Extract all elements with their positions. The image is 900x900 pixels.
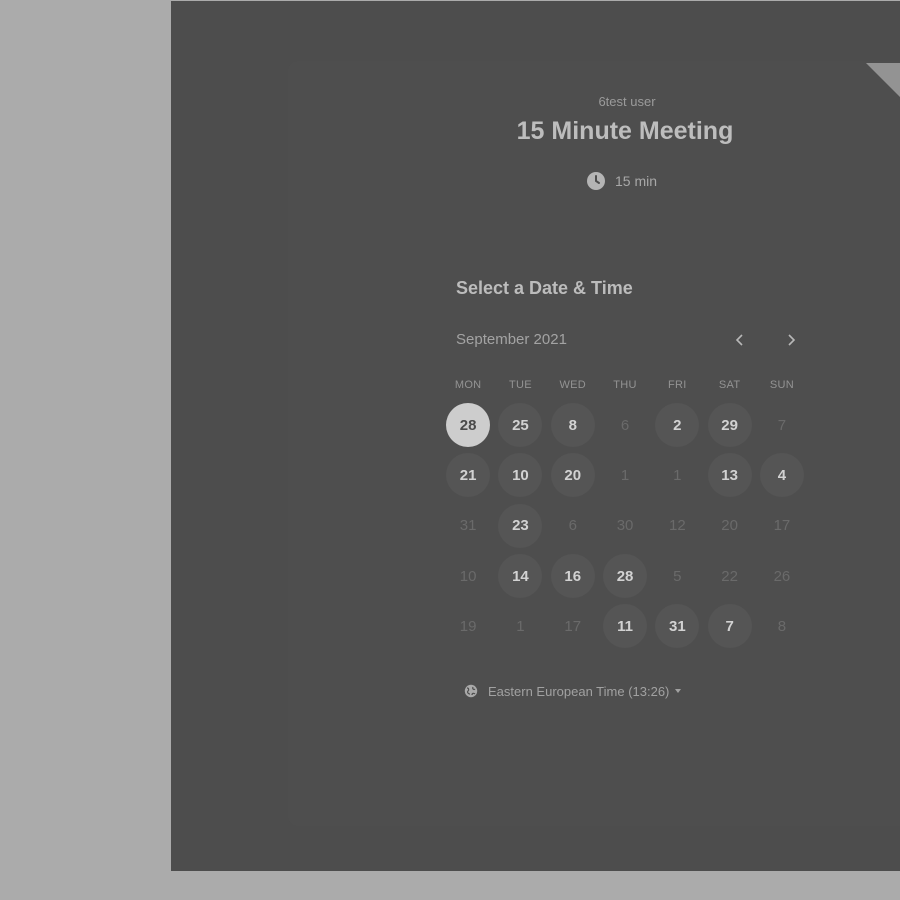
calendar-day-number: 7 bbox=[707, 604, 752, 649]
calendar-day-number: 6 bbox=[568, 517, 577, 535]
calendar-day-available[interactable]: 21 bbox=[442, 450, 494, 500]
calendar-day-unavailable: 17 bbox=[756, 501, 808, 551]
calendar-day-number: 5 bbox=[673, 567, 682, 585]
user-name: 6test user bbox=[598, 94, 656, 109]
calendar-day-number: 1 bbox=[516, 617, 525, 635]
calendar-day-available[interactable]: 14 bbox=[494, 551, 546, 601]
calendar-day-available[interactable]: 7 bbox=[703, 601, 755, 651]
weekday-mon: MON bbox=[454, 379, 482, 391]
calendar-day-number: 17 bbox=[773, 517, 791, 535]
weekday-sun: SUN bbox=[769, 379, 794, 391]
duration-label: 15 min bbox=[615, 173, 658, 189]
calendar-day-unavailable: 8 bbox=[756, 601, 808, 651]
calendar-day-number: 8 bbox=[550, 403, 595, 448]
calendar-day-number: 2 bbox=[655, 403, 700, 448]
calendar-day-number: 13 bbox=[707, 453, 752, 498]
calendar-day-number: 14 bbox=[498, 554, 543, 599]
chevron-left-icon bbox=[735, 334, 743, 346]
calendar-day-available[interactable]: 20 bbox=[547, 450, 599, 500]
calendar-day-number: 11 bbox=[603, 604, 648, 649]
calendar-day-number: 28 bbox=[603, 554, 648, 599]
calendar-day-unavailable: 19 bbox=[442, 601, 494, 651]
calendar-day-number: 10 bbox=[498, 453, 543, 498]
chevron-right-icon bbox=[788, 334, 796, 346]
calendar-day-available[interactable]: 8 bbox=[547, 400, 599, 450]
calendar-day-number: 29 bbox=[707, 403, 752, 448]
calendar-day-number: 12 bbox=[668, 517, 686, 535]
calendar-day-available[interactable]: 10 bbox=[494, 450, 546, 500]
calendar-day-number: 1 bbox=[620, 466, 630, 484]
calendar-day-unavailable: 6 bbox=[547, 501, 599, 551]
section-title: Select a Date & Time bbox=[456, 278, 633, 298]
event-title: 15 Minute Meeting bbox=[516, 117, 734, 145]
event-duration: 15 min bbox=[586, 170, 657, 192]
calendar-day-number: 8 bbox=[777, 617, 787, 635]
calendar-day-unavailable: 7 bbox=[756, 400, 808, 450]
calendar-day-available[interactable]: 16 bbox=[547, 551, 599, 601]
calendar-day-unavailable: 12 bbox=[651, 501, 703, 551]
calendar-day-available[interactable]: 28 bbox=[599, 551, 651, 601]
calendar-day-unavailable: 5 bbox=[651, 551, 703, 601]
calendar-day-unavailable: 30 bbox=[599, 501, 651, 551]
calendar-day-unavailable: 20 bbox=[703, 501, 755, 551]
calendar-day-unavailable: 31 bbox=[442, 501, 494, 551]
calendar-day-available[interactable]: 31 bbox=[651, 601, 703, 651]
calendar-day-available[interactable]: 11 bbox=[599, 601, 651, 651]
calendar-day-number: 30 bbox=[616, 517, 634, 535]
calendar-day-number: 20 bbox=[550, 453, 595, 498]
calendar-day-unavailable: 1 bbox=[599, 450, 651, 500]
globe-icon bbox=[464, 684, 478, 698]
month-label: September 2021 bbox=[456, 331, 567, 348]
next-month-button[interactable] bbox=[781, 329, 801, 351]
weekday-sat: SAT bbox=[718, 379, 741, 391]
timezone-selector[interactable]: Eastern European Time (13:26) bbox=[464, 682, 682, 700]
calendar-day-available[interactable]: 13 bbox=[703, 450, 755, 500]
calendar-day-unavailable: 6 bbox=[599, 400, 651, 450]
calendar-day-number: 21 bbox=[446, 453, 491, 498]
calendar-day-unavailable: 10 bbox=[442, 551, 494, 601]
weekday-thu: THU bbox=[613, 379, 637, 391]
calendar-day-number: 1 bbox=[673, 466, 682, 484]
clock-icon bbox=[587, 172, 605, 190]
calendar-day-number: 23 bbox=[498, 503, 543, 548]
weekday-fri: FRI bbox=[668, 379, 687, 391]
calendar-day-number: 16 bbox=[550, 554, 595, 599]
calendar-day-number: 4 bbox=[759, 453, 804, 498]
calendar-day-available[interactable]: 4 bbox=[756, 450, 808, 500]
calendar-day-available[interactable]: 29 bbox=[703, 400, 755, 450]
calendar-day-selected[interactable]: 28 bbox=[442, 400, 494, 450]
calendar-day-number: 31 bbox=[459, 517, 477, 535]
calendar-grid: 28 25 8 6 2 29 7 21 10 20 1 1 13 4 31 23 6 30 12 20 17 10 14 16… bbox=[442, 400, 808, 651]
calendar-day-number: 31 bbox=[655, 604, 700, 649]
caret-down-icon bbox=[675, 689, 682, 693]
calendar-day-number: 25 bbox=[498, 403, 543, 448]
calendar-day-unavailable: 1 bbox=[651, 450, 703, 500]
calendar-day-number: 19 bbox=[459, 617, 477, 635]
calendar-day-unavailable: 22 bbox=[703, 551, 755, 601]
corner-badge bbox=[866, 63, 900, 97]
calendar-day-number: 22 bbox=[721, 567, 738, 585]
calendar-day-number: 6 bbox=[620, 416, 630, 434]
calendar-day-available[interactable]: 2 bbox=[651, 400, 703, 450]
calendar-day-available[interactable]: 23 bbox=[494, 501, 546, 551]
previous-month-button[interactable] bbox=[730, 329, 750, 351]
calendar-day-number: 10 bbox=[459, 567, 477, 585]
weekday-wed: WED bbox=[559, 379, 587, 391]
calendar-day-number: 28 bbox=[446, 403, 491, 448]
calendar-day-unavailable: 26 bbox=[756, 551, 808, 601]
calendar-day-available[interactable]: 25 bbox=[494, 400, 546, 450]
timezone-label: Eastern European Time (13:26) bbox=[488, 683, 670, 699]
calendar-day-number: 17 bbox=[564, 617, 582, 635]
weekday-header: MON TUE WED THU FRI SAT SUN bbox=[442, 379, 808, 391]
calendar-day-unavailable: 1 bbox=[494, 601, 546, 651]
calendar-day-number: 26 bbox=[773, 567, 791, 585]
calendar-day-number: 20 bbox=[721, 517, 738, 535]
weekday-tue: TUE bbox=[508, 379, 532, 391]
calendar-day-unavailable: 17 bbox=[547, 601, 599, 651]
calendar-day-number: 7 bbox=[777, 416, 787, 434]
